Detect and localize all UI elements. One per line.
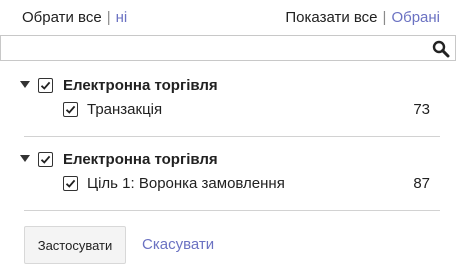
select-controls: Обрати все | ні: [22, 9, 127, 26]
group-header: Електронна торгівля: [38, 75, 218, 95]
checkmark-icon: [40, 155, 51, 164]
group-label: Електронна торгівля: [63, 150, 218, 168]
separator: |: [382, 9, 387, 26]
show-selected-link[interactable]: Обрані: [391, 9, 440, 26]
checkmark-icon: [65, 105, 76, 114]
item-count: 73: [413, 100, 430, 118]
checkmark-icon: [65, 179, 76, 188]
divider: [24, 136, 440, 137]
item-label: Ціль 1: Воронка замовлення: [87, 174, 285, 192]
expand-caret-icon[interactable]: [19, 80, 31, 90]
view-controls: Показати все | Обрані: [285, 9, 440, 26]
group-checkbox[interactable]: [38, 151, 53, 167]
show-all-link[interactable]: Показати все: [285, 9, 377, 26]
separator: |: [106, 9, 111, 26]
item-label: Транзакція: [87, 100, 163, 118]
list-item: Транзакція 73: [63, 99, 460, 119]
expand-caret-icon[interactable]: [19, 154, 31, 164]
divider: [24, 210, 440, 211]
select-all-link[interactable]: Обрати все: [22, 9, 102, 26]
list-item: Ціль 1: Воронка замовлення 87: [63, 173, 460, 193]
item-count: 87: [413, 174, 430, 192]
search-icon[interactable]: [432, 40, 450, 58]
checkmark-icon: [40, 81, 51, 90]
group-header: Електронна торгівля: [38, 149, 218, 169]
item-checkbox[interactable]: [63, 175, 78, 191]
search-input[interactable]: [1, 36, 433, 60]
group-label: Електронна торгівля: [63, 76, 218, 94]
cancel-link[interactable]: Скасувати: [142, 236, 214, 253]
selection-toolbar: Обрати все | ні Показати все | Обрані: [0, 9, 460, 29]
apply-button[interactable]: Застосувати: [24, 226, 126, 264]
item-checkbox[interactable]: [63, 101, 78, 117]
group-checkbox[interactable]: [38, 77, 53, 93]
select-none-link[interactable]: ні: [116, 9, 128, 26]
search-box: [0, 35, 456, 61]
